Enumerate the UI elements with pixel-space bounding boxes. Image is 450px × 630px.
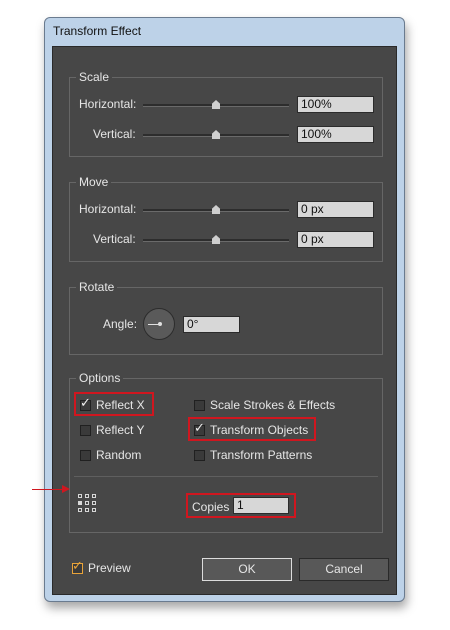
dialog-title: Transform Effect [53, 24, 142, 38]
move-legend: Move [76, 174, 112, 190]
arrow-right-icon-head [62, 485, 70, 493]
move-horizontal-input[interactable]: 0 px [297, 201, 374, 218]
scale-vertical-slider-thumb[interactable] [212, 130, 220, 139]
scale-group: Scale Horizontal: 100% Vertical: 100% [69, 69, 383, 157]
arrow-right-icon [32, 489, 62, 490]
rotate-legend: Rotate [76, 279, 118, 295]
transform-objects-highlight [188, 417, 316, 441]
scale-horizontal-input[interactable]: 100% [297, 96, 374, 113]
scale-strokes-checkbox[interactable] [194, 400, 205, 411]
move-vertical-label: Vertical: [93, 232, 136, 246]
transform-effect-dialog: Transform Effect Scale Horizontal: 100% … [44, 17, 405, 602]
ok-button[interactable]: OK [202, 558, 292, 581]
move-vertical-slider-thumb[interactable] [212, 235, 220, 244]
dialog-body: Scale Horizontal: 100% Vertical: 100% Mo… [52, 46, 397, 595]
preview-label: Preview [88, 561, 131, 575]
options-legend: Options [76, 370, 124, 386]
scale-legend: Scale [76, 69, 113, 85]
scale-vertical-input[interactable]: 100% [297, 126, 374, 143]
angle-dial-icon[interactable] [143, 308, 175, 340]
reflect-y-checkbox[interactable] [80, 425, 91, 436]
scale-horizontal-slider-thumb[interactable] [212, 100, 220, 109]
options-divider [74, 476, 378, 477]
copies-highlight [186, 493, 296, 518]
scale-horizontal-label: Horizontal: [79, 97, 137, 111]
move-vertical-input[interactable]: 0 px [297, 231, 374, 248]
random-checkbox[interactable] [80, 450, 91, 461]
reflect-x-highlight [74, 392, 154, 416]
move-group: Move Horizontal: 0 px Vertical: 0 px [69, 174, 383, 262]
reflect-y-label: Reflect Y [96, 423, 145, 437]
angle-input[interactable]: 0° [183, 316, 240, 333]
checkmark-icon: ✓ [72, 558, 83, 573]
options-group: Options ✓ Reflect X Reflect Y Random Sca… [69, 370, 383, 533]
angle-label: Angle: [103, 317, 138, 331]
move-horizontal-slider-thumb[interactable] [212, 205, 220, 214]
random-label: Random [96, 448, 142, 462]
reference-point-icon[interactable] [78, 494, 98, 514]
cancel-button[interactable]: Cancel [299, 558, 389, 581]
scale-strokes-label: Scale Strokes & Effects [210, 398, 336, 412]
scale-vertical-label: Vertical: [93, 127, 136, 141]
preview-checkbox[interactable]: ✓ [72, 559, 83, 574]
move-horizontal-label: Horizontal: [79, 202, 137, 216]
rotate-group: Rotate Angle: 0° [69, 279, 383, 355]
transform-patterns-checkbox[interactable] [194, 450, 205, 461]
transform-patterns-label: Transform Patterns [210, 448, 313, 462]
